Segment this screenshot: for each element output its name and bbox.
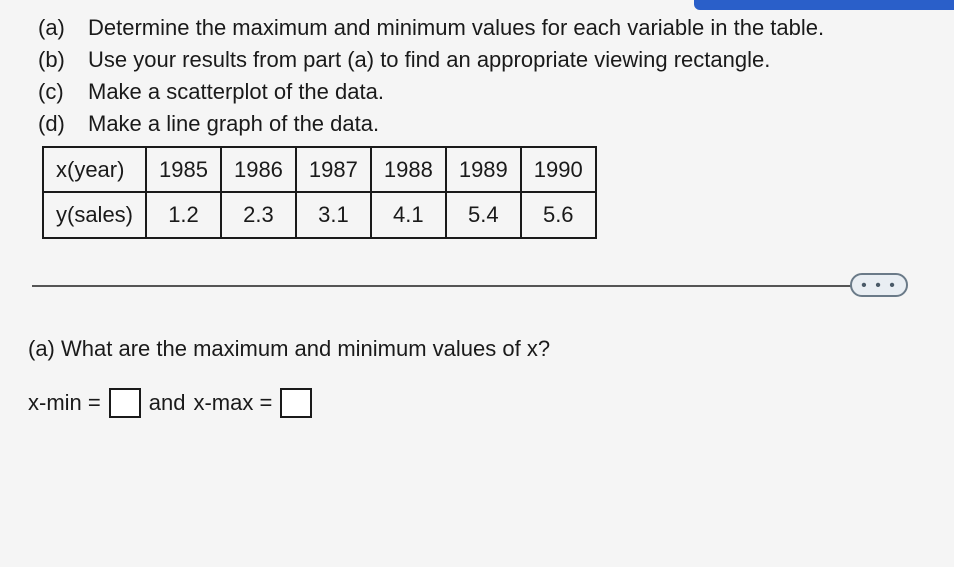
y-cell: 4.1	[371, 192, 446, 238]
y-cell: 5.4	[446, 192, 521, 238]
data-table: x(year) 1985 1986 1987 1988 1989 1990 y(…	[42, 146, 597, 240]
question-c-text: Make a scatterplot of the data.	[88, 76, 384, 108]
question-a: (a) Determine the maximum and minimum va…	[38, 12, 926, 44]
divider-line	[32, 285, 896, 287]
y-cell: 2.3	[221, 192, 296, 238]
y-row-label: y(sales)	[43, 192, 146, 238]
question-b-label: (b)	[38, 44, 78, 76]
section-divider: • • •	[28, 273, 926, 297]
ellipsis-icon: • • •	[861, 274, 897, 297]
xmin-input[interactable]	[109, 388, 141, 418]
question-a-label: (a)	[38, 12, 78, 44]
table-row: x(year) 1985 1986 1987 1988 1989 1990	[43, 147, 596, 193]
answer-row: x-min = and x-max =	[28, 387, 926, 419]
table-row: y(sales) 1.2 2.3 3.1 4.1 5.4 5.6	[43, 192, 596, 238]
x-cell: 1988	[371, 147, 446, 193]
question-b: (b) Use your results from part (a) to fi…	[38, 44, 926, 76]
more-button[interactable]: • • •	[850, 273, 908, 297]
xmin-label: x-min =	[28, 387, 101, 419]
x-cell: 1985	[146, 147, 221, 193]
xmax-input[interactable]	[280, 388, 312, 418]
part-a-section: (a) What are the maximum and minimum val…	[28, 333, 926, 419]
question-d-text: Make a line graph of the data.	[88, 108, 379, 140]
x-cell: 1990	[521, 147, 596, 193]
x-cell: 1987	[296, 147, 371, 193]
y-cell: 3.1	[296, 192, 371, 238]
question-d: (d) Make a line graph of the data.	[38, 108, 926, 140]
y-cell: 5.6	[521, 192, 596, 238]
question-a-text: Determine the maximum and minimum values…	[88, 12, 824, 44]
question-c: (c) Make a scatterplot of the data.	[38, 76, 926, 108]
x-row-label: x(year)	[43, 147, 146, 193]
question-b-text: Use your results from part (a) to find a…	[88, 44, 770, 76]
xmax-label: x-max =	[193, 387, 272, 419]
x-cell: 1986	[221, 147, 296, 193]
question-list: (a) Determine the maximum and minimum va…	[28, 12, 926, 140]
question-c-label: (c)	[38, 76, 78, 108]
part-a-prompt: (a) What are the maximum and minimum val…	[28, 333, 926, 365]
x-cell: 1989	[446, 147, 521, 193]
y-cell: 1.2	[146, 192, 221, 238]
and-text: and	[149, 387, 186, 419]
window-accent-bar	[694, 0, 954, 10]
question-d-label: (d)	[38, 108, 78, 140]
